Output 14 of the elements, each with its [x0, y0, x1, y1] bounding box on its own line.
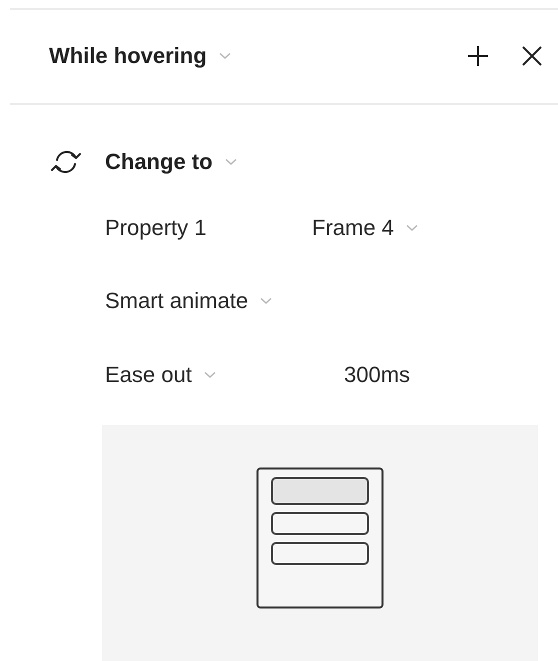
trigger-dropdown[interactable]: While hovering	[49, 43, 231, 70]
property-value-dropdown[interactable]: Frame 4	[312, 215, 418, 242]
chevron-down-icon	[218, 52, 231, 60]
action-dropdown[interactable]: Change to	[83, 149, 237, 176]
animation-dropdown[interactable]: Smart animate	[105, 288, 272, 314]
easing-dropdown[interactable]: Ease out	[105, 362, 344, 388]
close-icon[interactable]	[520, 44, 544, 68]
add-icon[interactable]	[466, 44, 490, 68]
property-label: Property 1	[105, 215, 208, 242]
chevron-down-icon	[260, 297, 272, 306]
duration-value[interactable]: 300ms	[344, 362, 410, 388]
chevron-down-icon	[406, 224, 418, 232]
chevron-down-icon	[224, 158, 237, 166]
chevron-down-icon	[204, 370, 216, 379]
